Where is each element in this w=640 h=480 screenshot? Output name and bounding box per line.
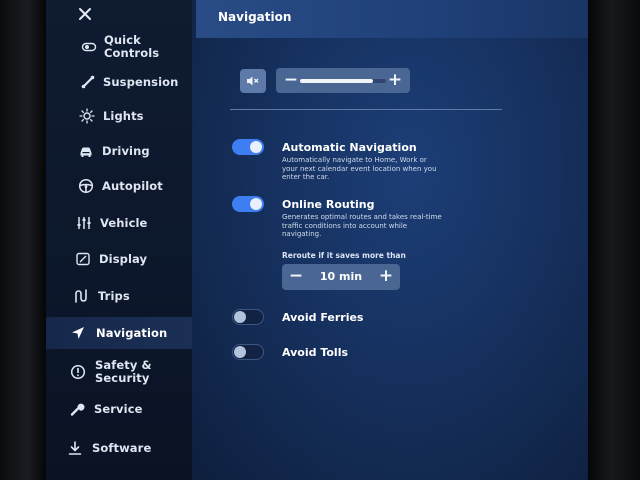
sidebar-item-label: Driving (102, 143, 150, 158)
volume-slider[interactable] (300, 79, 386, 83)
online-routing-toggle[interactable] (232, 196, 264, 212)
sidebar-item-driving[interactable]: Driving (46, 135, 192, 167)
sliders-icon (74, 213, 94, 233)
page-title: Navigation (218, 10, 292, 24)
sidebar-item-autopilot[interactable]: Autopilot (46, 170, 192, 202)
sidebar-item-label: Vehicle (100, 215, 148, 230)
quick-controls-icon (79, 37, 99, 57)
toggle-knob (250, 198, 262, 210)
panel-header: Navigation (196, 0, 588, 38)
sidebar-item-label: Display (99, 251, 148, 266)
screen-bezel-left (0, 0, 46, 480)
close-icon[interactable] (74, 3, 96, 25)
volume-level (300, 79, 374, 83)
avoid-ferries-toggle[interactable] (232, 309, 264, 325)
avoid-ferries-title: Avoid Ferries (282, 311, 364, 324)
sidebar-item-label-line2: Security (95, 371, 150, 385)
online-routing-title: Online Routing (282, 198, 375, 211)
alert-icon (68, 362, 88, 382)
toggle-knob (234, 346, 246, 358)
sidebar-item-service[interactable]: Service (46, 393, 192, 425)
volume-up-button[interactable]: + (386, 68, 404, 93)
speaker-mute-icon (246, 72, 260, 91)
online-routing-description: Generates optimal routes and takes real-… (282, 213, 442, 238)
sidebar-item-software[interactable]: Software (46, 432, 192, 464)
steering-wheel-icon (76, 176, 96, 196)
sidebar-item-label: Navigation (96, 325, 168, 340)
sidebar-item-trips[interactable]: Trips (46, 280, 192, 312)
avoid-tolls-toggle[interactable] (232, 344, 264, 360)
sidebar-item-lights[interactable]: Lights (46, 100, 192, 132)
automatic-navigation-description: Automatically navigate to Home, Work or … (282, 156, 437, 181)
volume-control: − + (276, 68, 410, 93)
toggle-knob (234, 311, 246, 323)
wrench-icon (67, 399, 87, 419)
sidebar-item-label: Autopilot (102, 178, 163, 193)
sidebar-item-label: Software (92, 440, 152, 455)
reroute-threshold-value: 10 min (319, 270, 363, 283)
sidebar: Quick Controls Suspension Lights Driving (46, 0, 192, 480)
sidebar-item-navigation[interactable]: Navigation (46, 317, 192, 349)
sidebar-item-label: Trips (98, 288, 130, 303)
trips-icon (71, 286, 91, 306)
car-icon (76, 141, 96, 161)
volume-down-button[interactable]: − (282, 68, 300, 93)
screen-bezel-right (588, 0, 640, 480)
settings-panel: Navigation − + Automatic Navigation Auto… (192, 0, 588, 480)
reroute-increase-button[interactable]: + (376, 264, 396, 290)
reroute-decrease-button[interactable]: − (286, 264, 306, 290)
suspension-icon (78, 72, 98, 92)
sidebar-item-label: Quick Controls (104, 33, 160, 60)
display-icon (73, 249, 93, 269)
sidebar-item-label: Suspension (103, 74, 179, 89)
automatic-navigation-title: Automatic Navigation (282, 141, 417, 154)
section-divider (230, 109, 502, 110)
sidebar-item-label: Lights (103, 108, 144, 123)
lights-icon (77, 106, 97, 126)
sidebar-item-suspension[interactable]: Suspension (46, 66, 192, 98)
sidebar-item-vehicle[interactable]: Vehicle (46, 207, 192, 239)
toggle-knob (250, 141, 262, 153)
sidebar-item-label: Service (94, 401, 143, 416)
sidebar-item-safety-security[interactable]: Safety & Security (46, 354, 192, 390)
avoid-tolls-title: Avoid Tolls (282, 346, 349, 359)
sidebar-item-quick-controls[interactable]: Quick Controls (46, 31, 192, 63)
mute-button[interactable] (240, 69, 266, 93)
reroute-threshold-stepper: − 10 min + (282, 264, 400, 290)
download-icon (65, 438, 85, 458)
reroute-threshold-label: Reroute if it saves more than (282, 251, 406, 260)
navigation-arrow-icon (68, 323, 88, 343)
sidebar-item-display[interactable]: Display (46, 243, 192, 275)
automatic-navigation-toggle[interactable] (232, 139, 264, 155)
settings-screen: Quick Controls Suspension Lights Driving (46, 0, 588, 480)
